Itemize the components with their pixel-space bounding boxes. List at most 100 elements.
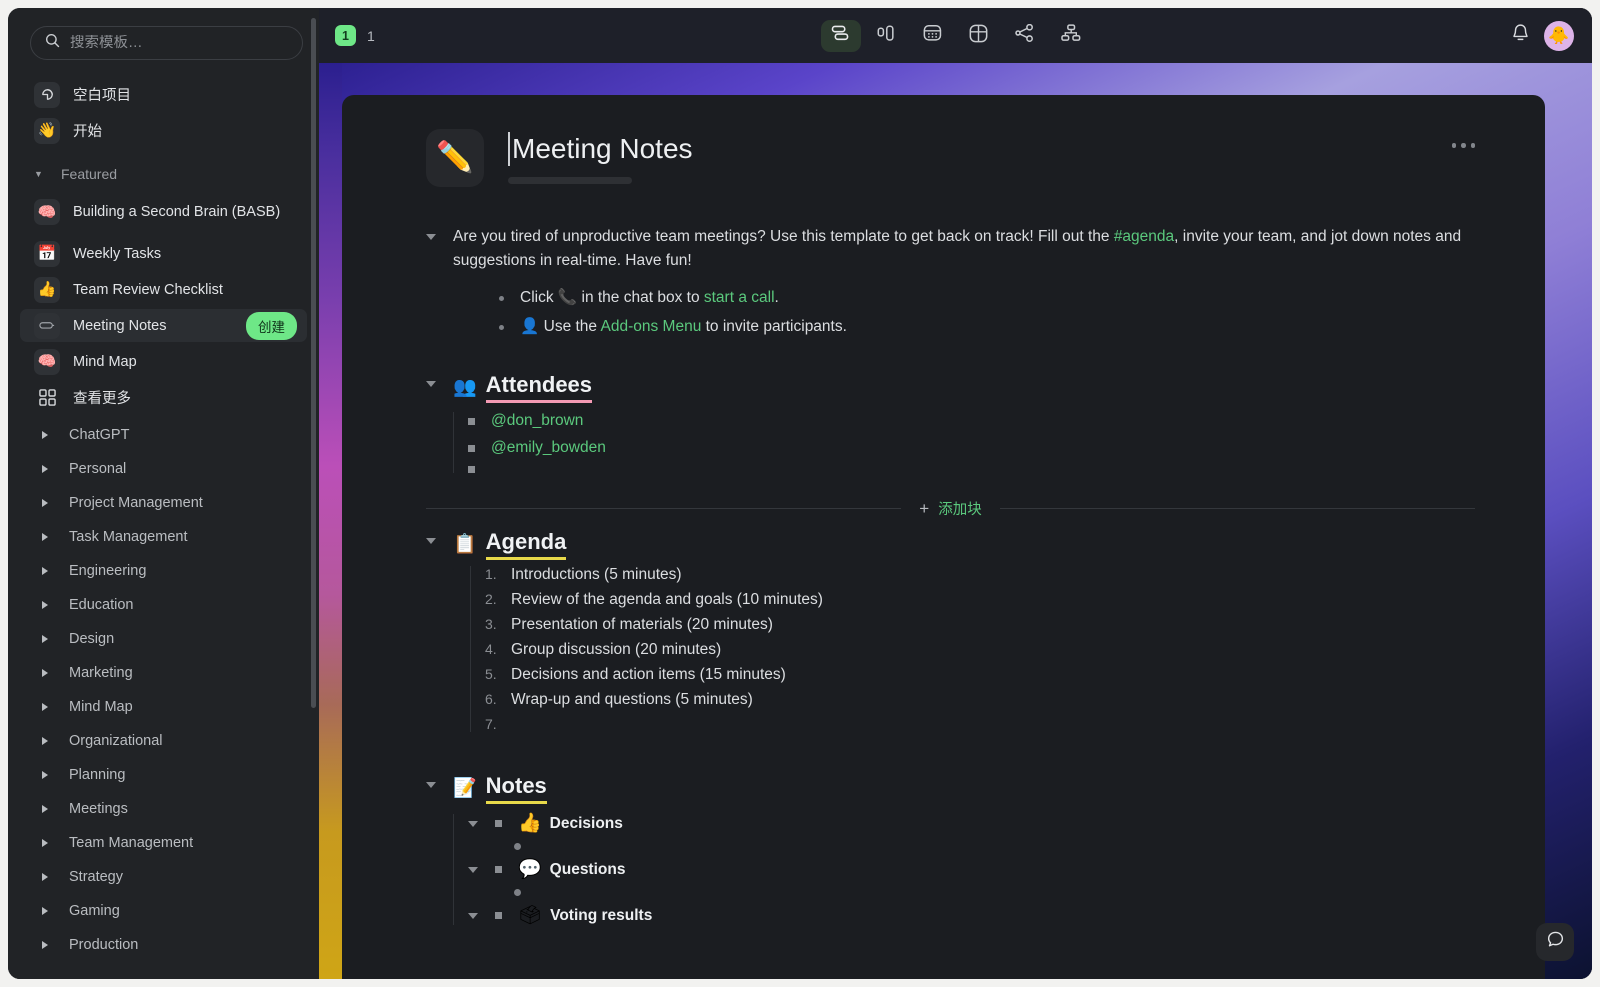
sidebar-category-marketing[interactable]: Marketing — [20, 656, 307, 690]
notes-body: 📝 Notes 👍 Decisions 💬 Questions 🗳 Voting… — [453, 773, 1475, 935]
collapse-caret-icon[interactable] — [468, 912, 478, 919]
sidebar-category-task-management[interactable]: Task Management — [20, 520, 307, 554]
sidebar-category-mind-map[interactable]: Mind Map — [20, 690, 307, 724]
document-more-menu[interactable] — [1451, 143, 1475, 148]
sidebar-scrollbar[interactable] — [311, 18, 316, 708]
tab-board-view[interactable] — [820, 19, 861, 52]
voting-results-toggle[interactable]: 🗳 Voting results — [468, 906, 1475, 925]
sidebar-category-gaming[interactable]: Gaming — [20, 894, 307, 928]
sidebar-category-label: Education — [69, 597, 134, 613]
sidebar-category-project-management[interactable]: Project Management — [20, 486, 307, 520]
thumbs-up-emoji: 👍 — [518, 813, 542, 834]
sidebar-category-meetings[interactable]: Meetings — [20, 792, 307, 826]
block-handle-icon[interactable] — [468, 466, 475, 473]
tab-org-chart-view[interactable] — [1051, 20, 1091, 52]
tab-share-graph-view[interactable] — [1005, 20, 1045, 52]
agenda-item[interactable]: 1. Introductions (5 minutes) — [485, 566, 1475, 584]
collapse-caret-icon[interactable] — [426, 234, 436, 240]
sidebar-category-personal[interactable]: Personal — [20, 452, 307, 486]
collapse-caret-icon[interactable] — [426, 782, 436, 788]
start-a-call-link[interactable]: start a call — [704, 289, 775, 306]
sidebar-item-meeting-notes[interactable]: Meeting Notes 创建 — [20, 309, 307, 342]
sidebar-quick-list: 空白项目 👋 开始 — [8, 78, 319, 147]
agenda-item[interactable]: 3. Presentation of materials (20 minutes) — [485, 616, 1475, 634]
sidebar-category-production[interactable]: Production — [20, 928, 307, 962]
attendee-mention[interactable]: @emily_bowden — [491, 439, 606, 457]
collapse-caret-icon[interactable] — [426, 538, 436, 544]
agenda-item[interactable]: 7. — [485, 716, 1475, 732]
block-handle-icon[interactable] — [495, 866, 502, 873]
sidebar-category-engineering[interactable]: Engineering — [20, 554, 307, 588]
decisions-toggle[interactable]: 👍 Decisions — [468, 814, 1475, 833]
blank-page-icon — [34, 81, 60, 108]
add-block-divider[interactable]: + 添加块 — [426, 498, 1475, 519]
sidebar-item-team-review-checklist[interactable]: 👍 Team Review Checklist — [20, 273, 307, 306]
add-block-control[interactable]: + 添加块 — [901, 498, 999, 519]
list-item[interactable]: @emily_bowden — [468, 439, 1475, 457]
workspace-badge[interactable]: 1 — [335, 25, 356, 46]
avatar[interactable]: 🐥 — [1544, 20, 1574, 51]
sidebar-category-chatgpt[interactable]: ChatGPT — [20, 418, 307, 452]
agenda-link[interactable]: #agenda — [1114, 228, 1174, 245]
block-handle-icon[interactable] — [495, 912, 502, 919]
sidebar-item-weekly-tasks[interactable]: 📅 Weekly Tasks — [20, 237, 307, 270]
sidebar-section-featured[interactable]: ▼ Featured — [20, 161, 307, 187]
create-template-button[interactable]: 创建 — [246, 311, 297, 340]
agenda-item[interactable]: 6. Wrap-up and questions (5 minutes) — [485, 691, 1475, 709]
decisions-empty-bullet[interactable] — [514, 843, 1475, 850]
list-item[interactable] — [468, 466, 1475, 473]
sidebar-item-basb[interactable]: 🧠 Building a Second Brain (BASB) — [20, 190, 307, 234]
notes-heading[interactable]: 📝 Notes — [453, 773, 1475, 804]
ballot-box-emoji: 🗳 — [518, 905, 543, 926]
agenda-item-text: Wrap-up and questions (5 minutes) — [511, 691, 753, 708]
sidebar-category-planning[interactable]: Planning — [20, 758, 307, 792]
agenda-item[interactable]: 5. Decisions and action items (15 minutes… — [485, 666, 1475, 684]
document-emoji[interactable]: ✏️ — [426, 129, 484, 187]
list-item[interactable]: Click 📞 in the chat box to start a call. — [499, 286, 1475, 310]
sidebar-item-start[interactable]: 👋 开始 — [20, 114, 307, 147]
sidebar-section-label: Featured — [61, 166, 118, 182]
tab-table-view[interactable] — [959, 20, 999, 52]
attendee-mention[interactable]: @don_brown — [491, 412, 583, 430]
questions-toggle[interactable]: 💬 Questions — [468, 860, 1475, 879]
intro-block: Are you tired of unproductive team meeti… — [426, 225, 1475, 344]
collapse-caret-icon[interactable] — [468, 820, 478, 827]
document-title-wrap: Meeting Notes — [508, 129, 693, 184]
questions-empty-bullet[interactable] — [514, 889, 1475, 896]
attendees-heading[interactable]: 👥 Attendees — [453, 372, 1475, 403]
sidebar-item-mind-map[interactable]: 🧠 Mind Map — [20, 345, 307, 378]
collapse-caret-icon[interactable] — [468, 866, 478, 873]
sidebar-item-see-more[interactable]: 查看更多 — [20, 381, 307, 414]
intro-paragraph[interactable]: Are you tired of unproductive team meeti… — [453, 225, 1475, 273]
sidebar-category-design[interactable]: Design — [20, 622, 307, 656]
grid-icon — [34, 385, 60, 411]
agenda-heading[interactable]: 📋 Agenda — [453, 529, 1475, 560]
sidebar-item-blank-project[interactable]: 空白项目 — [20, 78, 307, 111]
search-input[interactable] — [70, 35, 288, 51]
sidebar-category-organizational[interactable]: Organizational — [20, 724, 307, 758]
chat-button[interactable] — [1536, 923, 1574, 961]
sidebar-category-team-management[interactable]: Team Management — [20, 826, 307, 860]
notes-subsections: 👍 Decisions 💬 Questions 🗳 Voting results — [453, 814, 1475, 925]
tab-split-view[interactable] — [867, 20, 907, 52]
agenda-item[interactable]: 4. Group discussion (20 minutes) — [485, 641, 1475, 659]
page-title[interactable]: Meeting Notes — [508, 132, 693, 166]
block-handle-icon[interactable] — [468, 417, 475, 425]
list-item[interactable]: @don_brown — [468, 412, 1475, 430]
search-box[interactable] — [30, 26, 303, 60]
sidebar-category-label: Project Management — [69, 495, 203, 511]
notification-bell-icon[interactable] — [1511, 23, 1530, 49]
sidebar-category-education[interactable]: Education — [20, 588, 307, 622]
collapse-caret-icon[interactable] — [426, 381, 436, 387]
speech-balloon-emoji: 💬 — [518, 859, 542, 880]
sidebar-category-label: Production — [69, 937, 139, 953]
list-item[interactable]: 👤 Use the Add-ons Menu to invite partici… — [499, 315, 1475, 339]
block-handle-icon[interactable] — [468, 444, 475, 452]
block-handle-icon[interactable] — [495, 820, 502, 827]
sidebar-category-strategy[interactable]: Strategy — [20, 860, 307, 894]
add-ons-menu-link[interactable]: Add-ons Menu — [601, 318, 702, 335]
chevron-right-icon — [42, 873, 48, 881]
agenda-item[interactable]: 2. Review of the agenda and goals (10 min… — [485, 591, 1475, 609]
tab-calendar-view[interactable] — [913, 20, 953, 52]
sidebar-category-label: Mind Map — [69, 699, 133, 715]
